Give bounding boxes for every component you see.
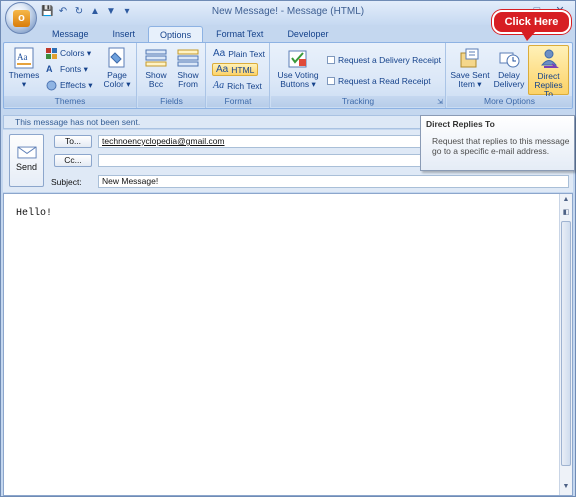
delivery-receipt-box[interactable] <box>327 56 335 64</box>
tab-format-text[interactable]: Format Text <box>205 26 274 42</box>
save-sent-item-label: Save Sent Item ▾ <box>450 70 490 89</box>
show-from-icon <box>177 49 199 67</box>
more-options-group: Save Sent Item ▾ Delay Delivery Direct R… <box>447 43 572 108</box>
html-icon: Aa <box>216 64 229 75</box>
ribbon-tabs: Message Insert Options Format Text Devel… <box>41 26 339 42</box>
show-bcc-button[interactable]: Show Bcc <box>141 47 171 89</box>
ribbon: Aa Themes ▾ Colors ▾ A Fonts ▾ Effects ▾… <box>3 42 573 109</box>
fonts-label: Fonts ▾ <box>60 64 88 74</box>
themes-icon: Aa <box>14 47 34 69</box>
delay-delivery-icon <box>499 52 520 68</box>
plain-text-icon: Aa <box>213 48 226 59</box>
voting-icon <box>288 50 307 68</box>
to-field[interactable]: technoencyclopedia@gmail.com <box>98 135 423 148</box>
fields-group: Show Bcc Show From Fields <box>138 43 206 108</box>
html-label: HTML <box>231 64 255 75</box>
info-bar: This message has not been sent. <box>3 115 421 129</box>
themes-button[interactable]: Aa Themes ▾ <box>8 47 40 89</box>
delivery-receipt-checkbox[interactable]: Request a Delivery Receipt <box>327 55 441 65</box>
tab-message[interactable]: Message <box>41 26 100 42</box>
office-logo-icon: o <box>13 10 30 27</box>
voting-label: Use Voting Buttons ▾ <box>277 70 319 89</box>
outlook-message-window: 💾 ↶ ↻ ▲ ▼ ▾ New Message! - Message (HTML… <box>0 0 576 497</box>
effects-icon <box>46 80 57 91</box>
callout-pointer <box>521 31 536 41</box>
read-receipt-label: Request a Read Receipt <box>338 76 431 86</box>
format-group: Aa Plain Text Aa HTML Aa Rich Text Forma… <box>207 43 270 108</box>
show-from-button[interactable]: Show From <box>173 47 203 89</box>
colors-icon <box>46 48 57 59</box>
fields-group-label: Fields <box>138 96 205 107</box>
title-bar: 💾 ↶ ↻ ▲ ▼ ▾ New Message! - Message (HTML… <box>1 1 575 25</box>
more-options-group-label: More Options <box>447 96 572 107</box>
read-receipt-box[interactable] <box>327 77 335 85</box>
delivery-receipt-label: Request a Delivery Receipt <box>338 55 441 65</box>
chevron-down-icon: ▾ <box>21 79 27 89</box>
window-title: New Message! - Message (HTML) <box>211 6 365 17</box>
vertical-scrollbar[interactable]: ▲ ◧ ▼ <box>559 194 572 495</box>
themes-group-label: Themes <box>4 96 136 107</box>
to-button[interactable]: To... <box>54 135 92 148</box>
page-color-label: Page Color ▾ <box>103 70 131 89</box>
direct-replies-tooltip: Direct Replies To Request that replies t… <box>420 115 575 171</box>
delay-delivery-label: Delay Delivery <box>493 70 525 89</box>
show-bcc-label: Show Bcc <box>145 70 167 89</box>
send-button[interactable]: Send <box>9 134 44 187</box>
tab-developer[interactable]: Developer <box>276 26 339 42</box>
use-voting-buttons[interactable]: Use Voting Buttons ▾ <box>275 47 321 89</box>
fonts-button[interactable]: A Fonts ▾ <box>46 64 88 75</box>
message-body[interactable]: Hello! ▲ ◧ ▼ <box>3 193 573 496</box>
colors-label: Colors ▾ <box>60 48 92 58</box>
rich-text-icon: Aa <box>213 80 225 91</box>
read-receipt-checkbox[interactable]: Request a Read Receipt <box>327 76 431 86</box>
cc-button[interactable]: Cc... <box>54 154 92 167</box>
tracking-dialog-launcher-icon[interactable]: ⇲ <box>437 98 443 106</box>
delay-delivery-button[interactable]: Delay Delivery <box>492 47 526 89</box>
send-label: Send <box>15 162 38 172</box>
subject-field[interactable]: New Message! <box>98 175 569 188</box>
tracking-group: Use Voting Buttons ▾ Request a Delivery … <box>271 43 446 108</box>
scroll-down-icon[interactable]: ▼ <box>561 482 571 492</box>
scroll-thumb[interactable] <box>561 221 571 466</box>
html-format-button[interactable]: Aa HTML <box>212 63 259 76</box>
send-icon <box>16 146 37 159</box>
save-sent-item-icon <box>460 48 479 68</box>
body-text[interactable]: Hello! <box>16 208 52 219</box>
direct-replies-to-button[interactable]: Direct Replies To <box>528 45 569 99</box>
effects-label: Effects ▾ <box>60 80 93 90</box>
themes-group: Aa Themes ▾ Colors ▾ A Fonts ▾ Effects ▾… <box>4 43 137 108</box>
subject-label: Subject: <box>51 177 82 187</box>
tab-options[interactable]: Options <box>148 26 204 42</box>
direct-replies-icon <box>540 49 559 68</box>
cc-field[interactable] <box>98 154 423 167</box>
page-color-button[interactable]: Page Color ▾ <box>100 47 134 89</box>
colors-button[interactable]: Colors ▾ <box>46 48 91 59</box>
tracking-group-label: Tracking <box>271 96 445 107</box>
rich-text-label: Rich Text <box>227 80 262 91</box>
show-bcc-icon <box>145 49 167 67</box>
page-color-icon <box>108 47 125 68</box>
plain-text-label: Plain Text <box>228 48 265 59</box>
tooltip-title: Direct Replies To <box>426 119 495 129</box>
save-sent-item-button[interactable]: Save Sent Item ▾ <box>450 47 490 89</box>
svg-text:Aa: Aa <box>17 52 28 62</box>
show-from-label: Show From <box>177 70 199 89</box>
format-group-label: Format <box>207 96 269 107</box>
tooltip-body: Request that replies to this message go … <box>432 136 570 156</box>
tab-insert[interactable]: Insert <box>102 26 147 42</box>
office-button[interactable]: o <box>5 2 37 34</box>
fonts-icon: A <box>46 64 53 74</box>
scroll-up-icon[interactable]: ▲ <box>561 195 571 205</box>
rich-text-button[interactable]: Aa Rich Text <box>213 80 262 91</box>
effects-button[interactable]: Effects ▾ <box>46 80 92 91</box>
direct-replies-label: Direct Replies To <box>534 71 563 99</box>
plain-text-button[interactable]: Aa Plain Text <box>213 48 265 59</box>
ruler-toggle-icon[interactable]: ◧ <box>561 208 571 218</box>
